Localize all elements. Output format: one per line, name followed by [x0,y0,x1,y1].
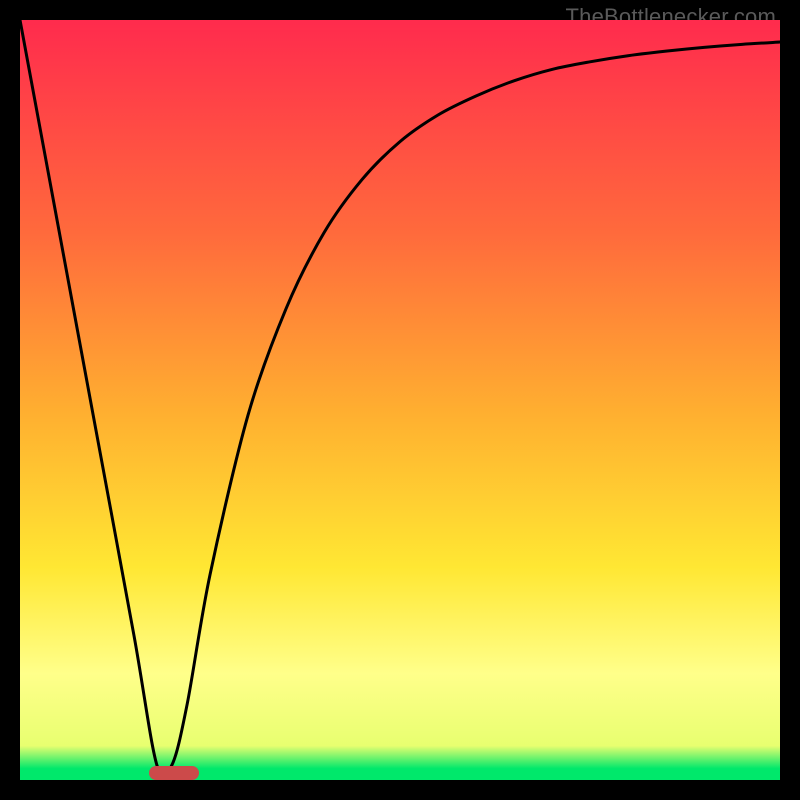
bottleneck-chart: TheBottlenecker.com [0,0,800,800]
optimal-range-marker [149,766,198,780]
plot-area [20,20,780,780]
bottleneck-curve-path [20,20,780,777]
curve-layer [20,20,780,780]
